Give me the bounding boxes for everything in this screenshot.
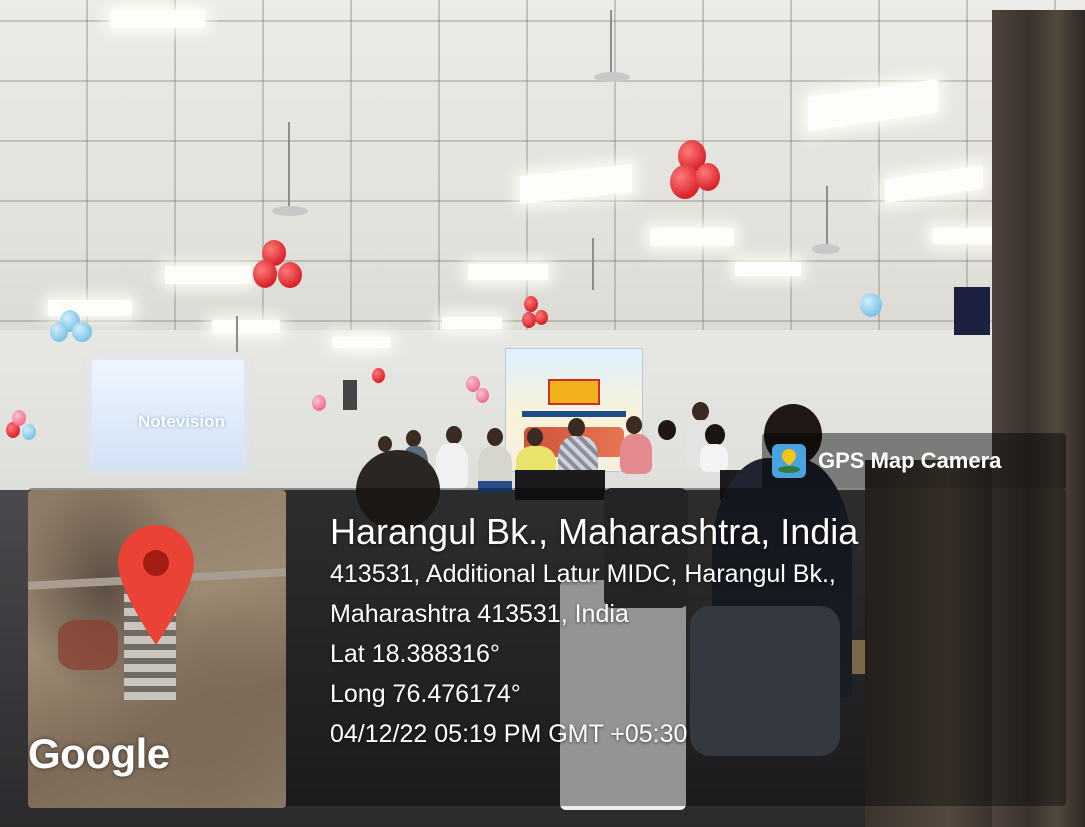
- gps-map-camera-badge: GPS Map Camera: [762, 433, 1066, 488]
- map-terrain: [58, 620, 118, 670]
- balloon: [278, 262, 302, 288]
- badge-label: GPS Map Camera: [818, 447, 1002, 473]
- balloon: [372, 368, 385, 383]
- person: [692, 402, 709, 421]
- balloon: [522, 312, 536, 328]
- ceiling-light: [212, 320, 280, 333]
- balloon: [860, 293, 882, 317]
- ceiling-light: [110, 10, 205, 28]
- ceiling-light: [442, 317, 502, 329]
- wall-poster: [954, 287, 990, 335]
- person: [406, 430, 421, 447]
- person: [626, 416, 642, 434]
- balloon: [535, 310, 548, 325]
- ceiling-fan: [272, 206, 308, 216]
- ceiling-fan: [236, 316, 238, 352]
- balloon: [696, 163, 720, 191]
- longitude: Long 76.476174°: [330, 680, 521, 708]
- person: [487, 428, 503, 446]
- ceiling-light: [650, 228, 734, 246]
- google-logo: Google: [28, 730, 170, 777]
- banner-logo: [548, 379, 600, 405]
- balloon: [670, 165, 700, 199]
- balloon: [22, 424, 36, 440]
- balloon: [50, 322, 68, 342]
- person: [527, 428, 543, 446]
- location-info: Harangul Bk., Maharashtra, India 413531,…: [330, 510, 858, 754]
- ceiling-fan: [610, 10, 612, 75]
- ceiling-light: [332, 337, 390, 348]
- ceiling-light: [468, 264, 548, 280]
- person: [436, 443, 468, 489]
- person: [568, 418, 585, 437]
- wall-poster: [343, 380, 357, 410]
- balloon: [72, 322, 92, 342]
- address-line-2: Maharashtra 413531, India: [330, 600, 629, 628]
- address-line-1: 413531, Additional Latur MIDC, Harangul …: [330, 560, 836, 588]
- ceiling-fan: [826, 186, 828, 246]
- projector-screen: Notevision: [92, 360, 244, 470]
- ceiling-fan: [592, 238, 594, 290]
- ceiling-fan: [288, 122, 290, 208]
- person: [620, 434, 652, 474]
- balloon: [476, 388, 489, 403]
- balloon: [524, 296, 538, 312]
- ceiling-fan: [812, 244, 840, 254]
- satellite-map-thumbnail: Google: [28, 490, 286, 808]
- screen-text: Notevision: [138, 412, 225, 431]
- ceiling-light: [165, 266, 251, 284]
- datetime: 04/12/22 05:19 PM GMT +05:30: [330, 720, 688, 748]
- ceiling-light: [48, 300, 132, 316]
- balloon: [12, 410, 26, 426]
- ceiling-fan: [594, 72, 630, 82]
- banner-stripe: [522, 411, 626, 417]
- map-pin-icon: [118, 525, 194, 645]
- person: [446, 426, 462, 444]
- person: [658, 420, 676, 440]
- balloon: [253, 260, 277, 288]
- person: [700, 444, 728, 472]
- gps-map-camera-icon: [772, 443, 806, 478]
- person: [705, 424, 725, 446]
- balloon: [312, 395, 326, 411]
- latitude: Lat 18.388316°: [330, 640, 500, 668]
- ceiling-light: [735, 262, 801, 276]
- location-title: Harangul Bk., Maharashtra, India: [330, 511, 859, 552]
